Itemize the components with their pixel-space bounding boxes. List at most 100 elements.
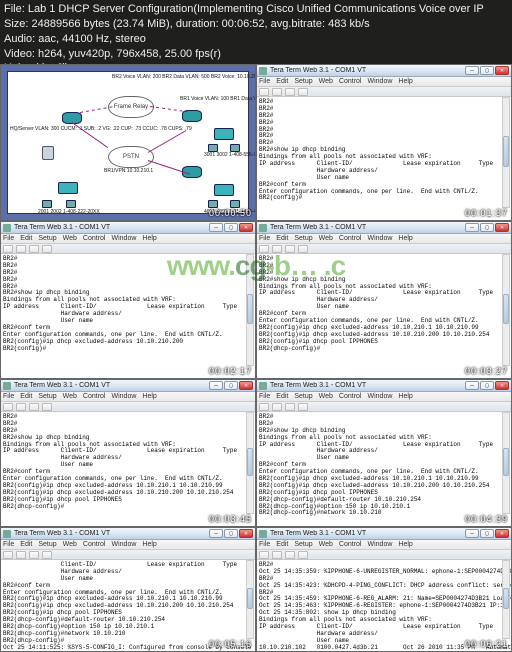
menu-window[interactable]: Window [368,393,393,400]
menu-file[interactable]: File [259,235,270,242]
window-titlebar[interactable]: Tera Term Web 3.1 - COM1 VT—▢✕ [257,528,511,540]
toolbar-button[interactable] [259,551,269,559]
menu-setup[interactable]: Setup [294,78,312,85]
menu-window[interactable]: Window [368,235,393,242]
maximize-button[interactable]: ▢ [224,223,238,232]
toolbar-button[interactable] [3,245,13,253]
menu-web[interactable]: Web [63,235,77,242]
terminal-output[interactable]: BR2# BR2# BR2# BR2#show ip dhcp binding … [1,412,255,512]
toolbar-button[interactable] [298,88,308,96]
menu-help[interactable]: Help [398,78,412,85]
menu-help[interactable]: Help [142,393,156,400]
menu-window[interactable]: Window [368,78,393,85]
menu-edit[interactable]: Edit [20,393,32,400]
scrollbar-thumb[interactable] [247,294,253,325]
menu-control[interactable]: Control [339,78,362,85]
menu-setup[interactable]: Setup [38,393,56,400]
menu-window[interactable]: Window [368,541,393,548]
maximize-button[interactable]: ▢ [224,529,238,538]
window-titlebar[interactable]: Tera Term Web 3.1 - COM1 VT — ▢ ✕ [257,65,511,77]
menu-file[interactable]: File [259,393,270,400]
toolbar-button[interactable] [285,88,295,96]
toolbar-button[interactable] [272,245,282,253]
menubar[interactable]: FileEditSetupWebControlWindowHelp [257,234,511,244]
menu-control[interactable]: Control [83,393,106,400]
terminal-output[interactable]: BR2# BR2# BR2# BR2# BR2# BR2# BR2# BR2#s… [257,97,511,204]
scrollbar[interactable] [502,254,510,366]
minimize-button[interactable]: — [209,381,223,390]
toolbar-button[interactable] [3,403,13,411]
scrollbar-thumb[interactable] [503,448,509,476]
toolbar-button[interactable] [42,403,52,411]
toolbar-button[interactable] [285,245,295,253]
toolbar-button[interactable] [16,403,26,411]
minimize-button[interactable]: — [465,529,479,538]
maximize-button[interactable]: ▢ [480,381,494,390]
menubar[interactable]: FileEditSetupWebControlWindowHelp [1,234,255,244]
toolbar-button[interactable] [42,551,52,559]
menu-web[interactable]: Web [319,78,333,85]
menu-control[interactable]: Control [339,541,362,548]
menu-file[interactable]: File [259,78,270,85]
scrollbar-thumb[interactable] [247,448,253,476]
terminal-output[interactable]: BR2# BR2# BR2# BR2# BR2# BR2#show ip dhc… [1,254,255,354]
menu-window[interactable]: Window [112,235,137,242]
window-titlebar[interactable]: Tera Term Web 3.1 - COM1 VT—▢✕ [257,380,511,392]
menu-edit[interactable]: Edit [276,235,288,242]
menu-setup[interactable]: Setup [294,393,312,400]
toolbar-button[interactable] [16,245,26,253]
window-titlebar[interactable]: Tera Term Web 3.1 - COM1 VT—▢✕ [1,528,255,540]
menubar[interactable]: FileEditSetupWebControlWindowHelp [1,540,255,550]
window-titlebar[interactable]: Tera Term Web 3.1 - COM1 VT—▢✕ [1,380,255,392]
menu-help[interactable]: Help [398,235,412,242]
close-button[interactable]: ✕ [495,66,509,75]
menu-web[interactable]: Web [319,235,333,242]
scrollbar[interactable] [502,97,510,208]
minimize-button[interactable]: — [465,223,479,232]
menu-file[interactable]: File [3,235,14,242]
toolbar-button[interactable] [298,245,308,253]
menubar[interactable]: FileEditSetupWebControlWindowHelp [1,392,255,402]
menu-setup[interactable]: Setup [294,541,312,548]
minimize-button[interactable]: — [209,223,223,232]
close-button[interactable]: ✕ [239,381,253,390]
close-button[interactable]: ✕ [239,529,253,538]
menu-web[interactable]: Web [319,393,333,400]
terminal-output[interactable]: BR2# BR2# BR2# BR2#show ip dhcp binding … [257,254,511,354]
terminal-output[interactable]: BR2# BR2# BR2#show ip dhcp binding Bindi… [257,412,511,519]
menu-file[interactable]: File [3,393,14,400]
menu-file[interactable]: File [259,541,270,548]
menu-edit[interactable]: Edit [276,78,288,85]
maximize-button[interactable]: ▢ [224,381,238,390]
menu-control[interactable]: Control [83,235,106,242]
toolbar-button[interactable] [259,88,269,96]
menu-web[interactable]: Web [63,393,77,400]
menu-edit[interactable]: Edit [20,541,32,548]
maximize-button[interactable]: ▢ [480,223,494,232]
toolbar-button[interactable] [259,245,269,253]
scrollbar[interactable] [246,560,254,639]
menubar[interactable]: File Edit Setup Web Control Window Help [257,77,511,87]
window-titlebar[interactable]: Tera Term Web 3.1 - COM1 VT—▢✕ [1,222,255,234]
scrollbar[interactable] [502,412,510,514]
menu-setup[interactable]: Setup [38,235,56,242]
toolbar-button[interactable] [272,88,282,96]
scrollbar-thumb[interactable] [503,588,509,610]
toolbar-button[interactable] [16,551,26,559]
toolbar-button[interactable] [285,551,295,559]
maximize-button[interactable]: ▢ [480,529,494,538]
toolbar-button[interactable] [272,551,282,559]
minimize-button[interactable]: — [209,529,223,538]
toolbar-button[interactable] [29,551,39,559]
toolbar-button[interactable] [272,403,282,411]
minimize-button[interactable]: — [465,66,479,75]
minimize-button[interactable]: — [465,381,479,390]
menu-file[interactable]: File [3,541,14,548]
scrollbar-thumb[interactable] [503,136,509,167]
close-button[interactable]: ✕ [239,223,253,232]
menu-window[interactable]: Window [112,541,137,548]
menu-control[interactable]: Control [339,235,362,242]
toolbar-button[interactable] [29,403,39,411]
menu-web[interactable]: Web [63,541,77,548]
menubar[interactable]: FileEditSetupWebControlWindowHelp [257,540,511,550]
